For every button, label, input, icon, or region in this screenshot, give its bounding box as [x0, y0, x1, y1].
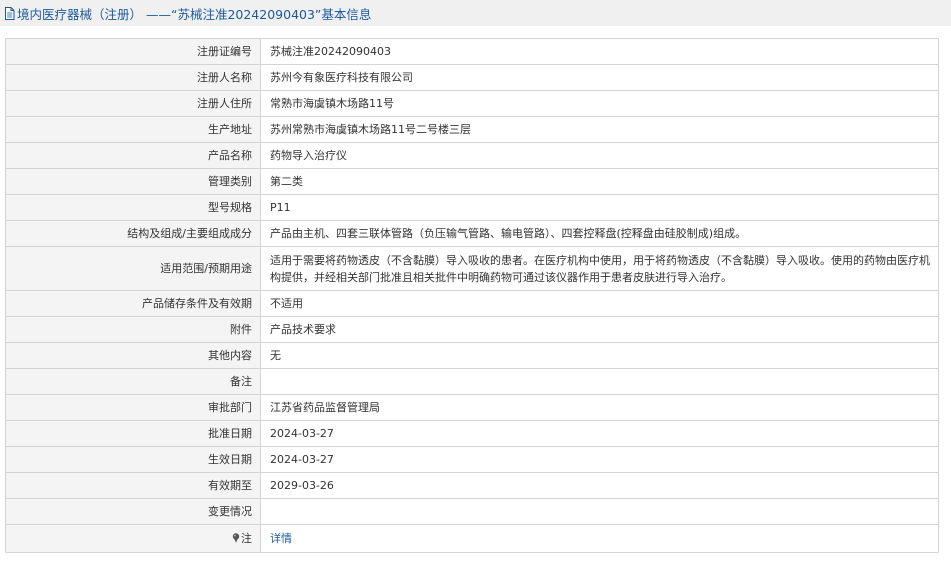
row-value: 产品由主机、四套三联体管路（负压输气管路、输电管路）、四套控释盘(控释盘由硅胶制… — [260, 220, 939, 247]
row-label: 结构及组成/主要组成成分 — [5, 220, 261, 247]
row-label: 产品储存条件及有效期 — [5, 290, 261, 317]
row-label: 生效日期 — [5, 446, 261, 473]
note-label: 注 — [241, 532, 252, 545]
row-label: 产品名称 — [5, 142, 261, 169]
row-label: 管理类别 — [5, 168, 261, 195]
row-value — [260, 368, 939, 395]
row-label: 生产地址 — [5, 116, 261, 143]
table-row: 结构及组成/主要组成成分 产品由主机、四套三联体管路（负压输气管路、输电管路）、… — [5, 220, 939, 247]
row-value: 2024-03-27 — [260, 446, 939, 473]
row-label: 审批部门 — [5, 394, 261, 421]
row-value: 无 — [260, 342, 939, 369]
note-row: 注 详情 — [5, 524, 939, 553]
row-value: 苏州今有象医疗科技有限公司 — [260, 64, 939, 91]
table-row: 产品储存条件及有效期 不适用 — [5, 290, 939, 317]
row-label: 变更情况 — [5, 498, 261, 525]
table-row: 生效日期 2024-03-27 — [5, 446, 939, 473]
row-label: 型号规格 — [5, 194, 261, 221]
row-value: P11 — [260, 194, 939, 221]
table-row: 适用范围/预期用途 适用于需要将药物透皮（不含黏膜）导入吸收的患者。在医疗机构中… — [5, 246, 939, 291]
table-row: 管理类别 第二类 — [5, 168, 939, 195]
table-row: 批准日期 2024-03-27 — [5, 420, 939, 447]
row-label: 其他内容 — [5, 342, 261, 369]
note-value-cell: 详情 — [260, 524, 939, 553]
row-value: 江苏省药品监督管理局 — [260, 394, 939, 421]
table-row: 生产地址 苏州常熟市海虞镇木场路11号二号楼三层 — [5, 116, 939, 143]
row-value: 产品技术要求 — [260, 316, 939, 343]
row-label: 适用范围/预期用途 — [5, 246, 261, 291]
row-value: 苏州常熟市海虞镇木场路11号二号楼三层 — [260, 116, 939, 143]
table-row: 附件 产品技术要求 — [5, 316, 939, 343]
row-label: 注册人名称 — [5, 64, 261, 91]
pin-icon — [232, 533, 240, 543]
row-value: 苏械注准20242090403 — [260, 38, 939, 65]
row-label: 附件 — [5, 316, 261, 343]
row-label: 批准日期 — [5, 420, 261, 447]
table-row: 备注 — [5, 368, 939, 395]
row-label: 注册证编号 — [5, 38, 261, 65]
registration-info-table: 注册证编号 苏械注准20242090403 注册人名称 苏州今有象医疗科技有限公… — [5, 38, 939, 553]
document-icon — [5, 6, 15, 20]
table-row: 其他内容 无 — [5, 342, 939, 369]
row-value — [260, 498, 939, 525]
table-row: 注册人住所 常熟市海虞镇木场路11号 — [5, 90, 939, 117]
table-row: 变更情况 — [5, 498, 939, 525]
page-title: 境内医疗器械（注册） ——“苏械注准20242090403”基本信息 — [17, 6, 372, 22]
table-row: 审批部门 江苏省药品监督管理局 — [5, 394, 939, 421]
note-label-cell: 注 — [5, 524, 261, 553]
row-value: 适用于需要将药物透皮（不含黏膜）导入吸收的患者。在医疗机构中使用，用于将药物透皮… — [260, 246, 939, 291]
row-label: 有效期至 — [5, 472, 261, 499]
row-value: 不适用 — [260, 290, 939, 317]
row-value: 2024-03-27 — [260, 420, 939, 447]
row-label: 注册人住所 — [5, 90, 261, 117]
page-header: 境内医疗器械（注册） ——“苏械注准20242090403”基本信息 — [0, 0, 951, 26]
row-value: 常熟市海虞镇木场路11号 — [260, 90, 939, 117]
row-value: 药物导入治疗仪 — [260, 142, 939, 169]
table-row: 注册证编号 苏械注准20242090403 — [5, 38, 939, 65]
table-row: 型号规格 P11 — [5, 194, 939, 221]
table-row: 注册人名称 苏州今有象医疗科技有限公司 — [5, 64, 939, 91]
table-row: 有效期至 2029-03-26 — [5, 472, 939, 499]
details-link[interactable]: 详情 — [270, 532, 292, 545]
row-label: 备注 — [5, 368, 261, 395]
row-value: 2029-03-26 — [260, 472, 939, 499]
row-value: 第二类 — [260, 168, 939, 195]
table-row: 产品名称 药物导入治疗仪 — [5, 142, 939, 169]
